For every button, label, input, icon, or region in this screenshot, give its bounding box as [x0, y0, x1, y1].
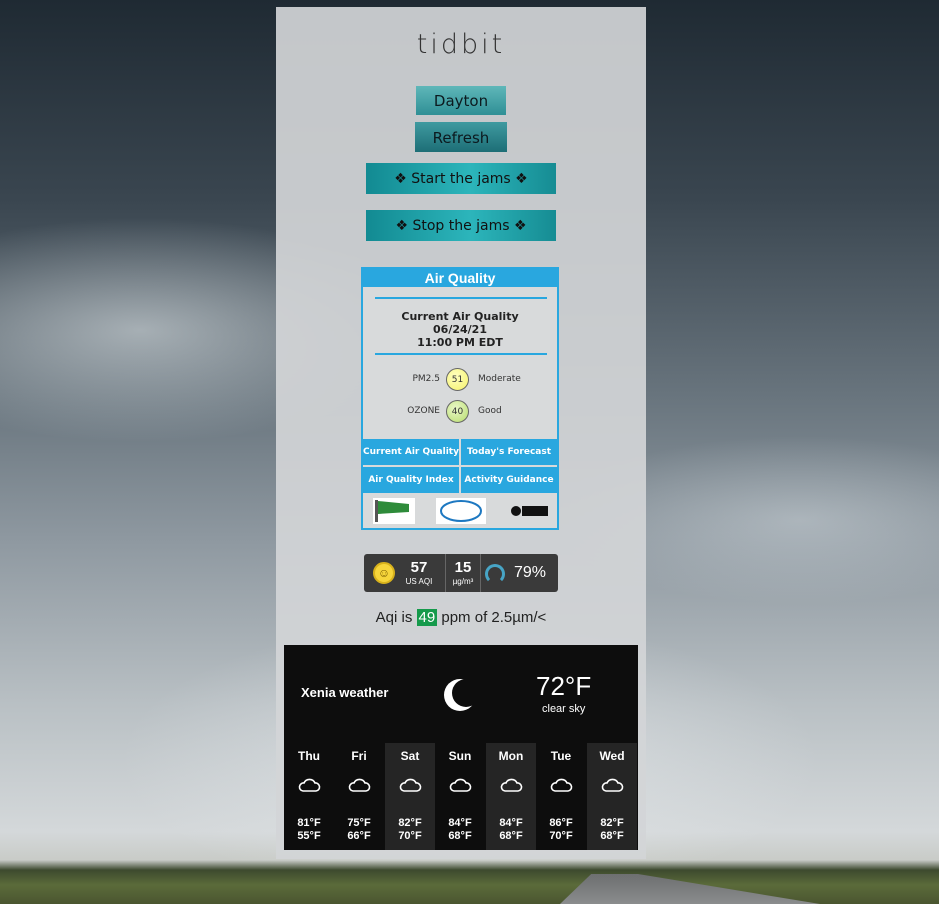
day-low: 68°F	[448, 830, 472, 842]
day-name: Mon	[498, 749, 524, 763]
day-high: 86°F	[549, 817, 573, 829]
air-quality-title: Air Quality	[363, 269, 557, 287]
cloud-icon	[449, 778, 472, 792]
flag-program-logo[interactable]	[373, 498, 415, 524]
start-jams-button[interactable]: ❖ Start the jams ❖	[366, 163, 556, 194]
day-high: 82°F	[398, 817, 422, 829]
divider	[480, 554, 481, 592]
reading-label: OZONE	[407, 406, 440, 416]
aqi-suffix: ppm of 2.5µm/<	[441, 609, 547, 626]
aqi-summary-widget[interactable]: ☺ 57 US AQI 15 µg/m³ 79%	[364, 554, 558, 592]
link-activity-guidance[interactable]: Activity Guidance	[461, 467, 557, 493]
airnow-icon	[440, 500, 482, 522]
day-name: Fri	[351, 749, 367, 763]
day-low: 70°F	[398, 830, 422, 842]
day-name: Sat	[400, 749, 420, 763]
current-temperature: 72°F	[536, 671, 592, 701]
forecast-day: Tue 86°F 70°F	[536, 743, 586, 850]
cloud-icon	[399, 778, 422, 792]
link-current-air-quality[interactable]: Current Air Quality	[363, 439, 459, 465]
day-name: Wed	[599, 749, 625, 763]
heading-time: 11:00 PM EDT	[417, 336, 503, 349]
humidity-value: 79%	[514, 564, 547, 581]
pm-value: 15	[454, 559, 472, 576]
reading-label: PM2.5	[412, 374, 440, 384]
weather-city: Xenia weather	[301, 685, 389, 700]
cloud-icon	[298, 778, 321, 792]
day-low: 55°F	[297, 830, 321, 842]
forecast-day: Wed 82°F 68°F	[587, 743, 637, 850]
air-quality-widget: Air Quality Current Air Quality 06/24/21…	[361, 267, 559, 530]
aqi-value: 57	[410, 559, 428, 576]
link-todays-forecast[interactable]: Today's Forecast	[461, 439, 557, 465]
partner-logos	[363, 494, 557, 526]
cloud-icon	[601, 778, 624, 792]
heading-date: 06/24/21	[433, 323, 487, 336]
cloud-icon	[500, 778, 523, 792]
reading-value: 40	[446, 400, 469, 423]
reading-category: Good	[478, 406, 502, 416]
cloud-icon	[550, 778, 573, 792]
day-low: 70°F	[549, 830, 573, 842]
forecast-day: Fri 75°F 66°F	[334, 743, 384, 850]
day-name: Tue	[550, 749, 572, 763]
city-button[interactable]: Dayton	[416, 86, 506, 115]
day-name: Sun	[448, 749, 472, 763]
refresh-button[interactable]: Refresh	[415, 122, 507, 152]
forecast-day: Mon 84°F 68°F	[486, 743, 536, 850]
forecast-day: Thu 81°F 55°F	[284, 743, 334, 850]
link-air-quality-index[interactable]: Air Quality Index	[363, 467, 459, 493]
flag-icon	[375, 500, 409, 522]
day-high: 84°F	[499, 817, 523, 829]
day-low: 66°F	[347, 830, 371, 842]
moon-icon	[452, 679, 480, 707]
day-high: 75°F	[347, 817, 371, 829]
app-logo: tidbit	[416, 29, 506, 60]
main-panel: tidbit Dayton Refresh ❖ Start the jams ❖…	[276, 7, 646, 859]
air-quality-heading: Current Air Quality 06/24/21 11:00 PM ED…	[363, 310, 557, 349]
weather-description: clear sky	[542, 703, 586, 715]
day-high: 84°F	[448, 817, 472, 829]
forecast-day: Sun 84°F 68°F	[435, 743, 485, 850]
epa-logo[interactable]	[508, 498, 550, 524]
forecast-days: Thu 81°F 55°F Fri 75°F 66°F Sat 82°F 70°…	[284, 743, 638, 850]
day-name: Thu	[298, 749, 320, 763]
reading-value: 51	[446, 368, 469, 391]
aqi-statement: Aqi is 49 ppm of 2.5µm/<	[276, 609, 646, 626]
aqi-value-badge: 49	[416, 609, 438, 626]
reading-category: Moderate	[478, 374, 521, 384]
day-high: 82°F	[600, 817, 624, 829]
day-high: 81°F	[297, 817, 321, 829]
epa-icon	[511, 506, 548, 516]
heading-text: Current Air Quality	[401, 310, 519, 323]
cloud-icon	[348, 778, 371, 792]
background-road	[560, 874, 820, 904]
airnow-logo[interactable]	[436, 498, 486, 524]
aqi-label: US AQI	[405, 577, 433, 586]
day-low: 68°F	[600, 830, 624, 842]
humidity-gauge-icon	[485, 564, 505, 584]
divider	[375, 297, 547, 299]
aqi-prefix: Aqi is	[375, 609, 413, 626]
day-low: 68°F	[499, 830, 523, 842]
smiley-face-icon: ☺	[373, 562, 395, 584]
weather-widget[interactable]: Xenia weather 72°F clear sky Thu 81°F 55…	[284, 645, 638, 850]
pm-unit: µg/m³	[452, 577, 474, 586]
divider	[445, 554, 446, 592]
divider	[375, 353, 547, 355]
forecast-day: Sat 82°F 70°F	[385, 743, 435, 850]
stop-jams-button[interactable]: ❖ Stop the jams ❖	[366, 210, 556, 241]
